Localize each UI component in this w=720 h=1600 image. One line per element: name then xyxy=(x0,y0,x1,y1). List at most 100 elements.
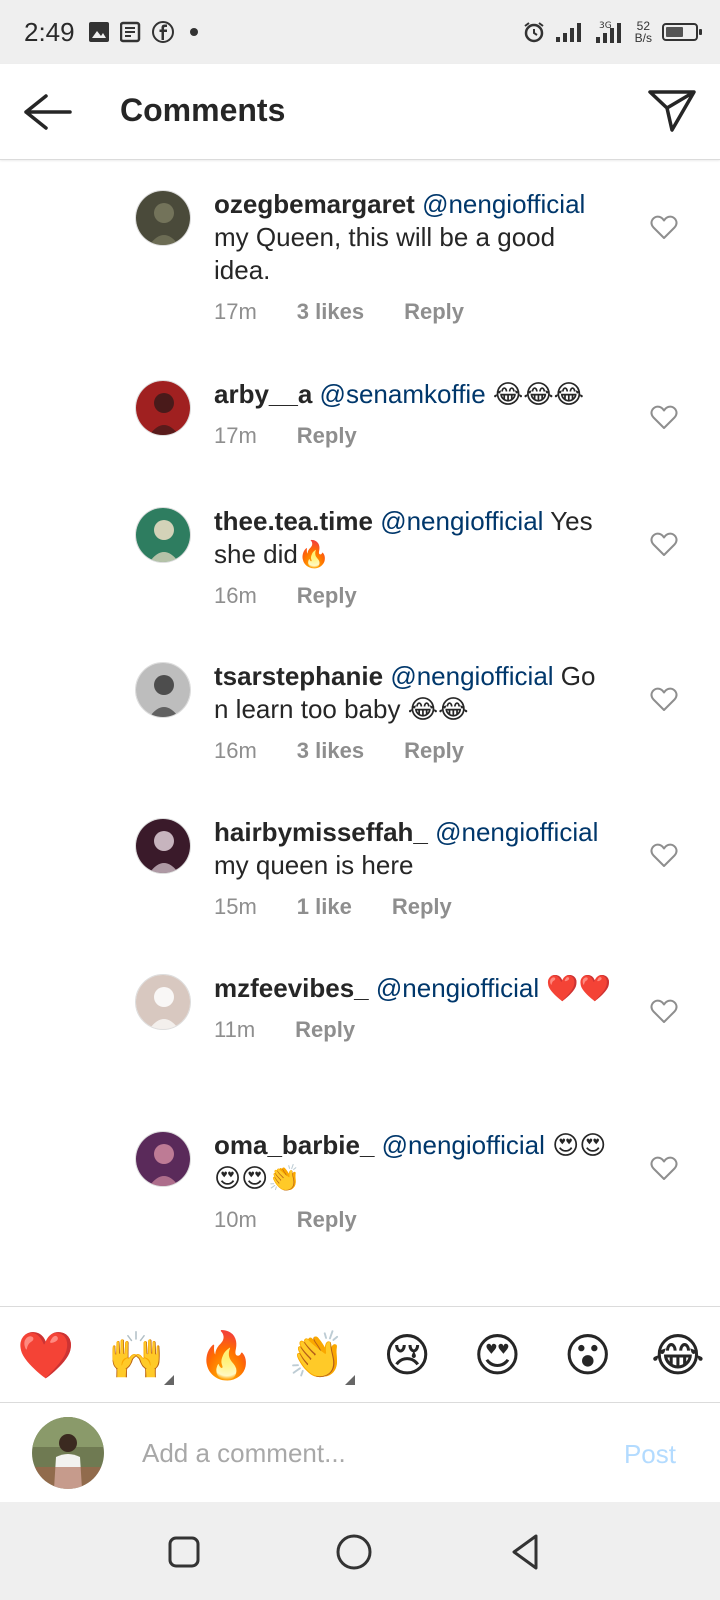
back-triangle-icon[interactable] xyxy=(506,1532,546,1572)
crying-emoji[interactable]: 😢 xyxy=(377,1327,437,1383)
comment-message: ❤️❤️ xyxy=(539,973,612,1003)
status-bar: 2:49 3G 52 B/s xyxy=(0,0,720,64)
reply-button[interactable]: Reply xyxy=(297,1207,357,1233)
raising-hands-emoji[interactable]: 🙌 xyxy=(106,1327,175,1385)
battery-level xyxy=(666,27,683,37)
like-heart-icon[interactable] xyxy=(650,686,678,712)
comment-message: 😂😂😂 xyxy=(485,379,585,409)
comment-text: tsarstephanie @nengiofficial Go n learn … xyxy=(214,660,614,726)
comment-input[interactable] xyxy=(142,1433,582,1473)
heart-eyes-emoji[interactable]: 😍 xyxy=(467,1327,527,1383)
comment-message: my queen is here xyxy=(214,850,414,880)
comment-mention[interactable]: @nengiofficial xyxy=(376,973,539,1003)
comment-meta: 17m Reply xyxy=(214,423,614,449)
comment-body: hairbymisseffah_ @nengiofficial my queen… xyxy=(214,816,614,920)
comment-avatar[interactable] xyxy=(135,818,191,874)
comment-time: 11m xyxy=(214,1017,256,1042)
comment-body: thee.tea.time @nengiofficial Yes she did… xyxy=(214,505,614,609)
system-nav-bar xyxy=(0,1502,720,1600)
comment-text: thee.tea.time @nengiofficial Yes she did… xyxy=(214,505,614,571)
skin-tone-indicator xyxy=(164,1374,175,1385)
reply-button[interactable]: Reply xyxy=(295,1017,355,1043)
like-heart-icon[interactable] xyxy=(650,842,678,868)
reply-button[interactable]: Reply xyxy=(404,299,464,325)
comment-likes[interactable]: 3 likes xyxy=(297,299,364,325)
reply-button[interactable]: Reply xyxy=(297,423,357,449)
like-heart-icon[interactable] xyxy=(650,214,678,240)
comment-body: arby__a @senamkoffie 😂😂😂 17m Reply xyxy=(214,378,614,449)
like-heart-icon[interactable] xyxy=(650,1155,678,1181)
reply-button[interactable]: Reply xyxy=(404,738,464,764)
reply-button[interactable]: Reply xyxy=(392,894,452,920)
comment-time: 16m xyxy=(214,583,257,608)
comment-body: tsarstephanie @nengiofficial Go n learn … xyxy=(214,660,614,764)
network-speed: 52 B/s xyxy=(635,20,652,44)
clapping-emoji[interactable]: 👏 xyxy=(287,1327,355,1385)
comment-avatar[interactable] xyxy=(135,190,191,246)
news-notification-icon xyxy=(120,21,141,43)
comment-avatar[interactable] xyxy=(135,662,191,718)
home-circle-icon[interactable] xyxy=(334,1532,374,1572)
back-arrow-icon[interactable] xyxy=(20,90,74,134)
tears-of-joy-emoji[interactable]: 😂 xyxy=(648,1327,708,1383)
comment-username[interactable]: tsarstephanie xyxy=(214,661,383,691)
status-time: 2:49 xyxy=(24,17,75,47)
comment-text: mzfeevibes_ @nengiofficial ❤️❤️ xyxy=(214,972,614,1005)
comments-list[interactable]: ozegbemargaret @nengiofficial my Queen, … xyxy=(0,160,720,1306)
comment-meta: 15m 1 like Reply xyxy=(214,894,614,920)
comment-text: hairbymisseffah_ @nengiofficial my queen… xyxy=(214,816,614,882)
fire-emoji[interactable]: 🔥 xyxy=(197,1327,257,1383)
comment-body: mzfeevibes_ @nengiofficial ❤️❤️ 11m Repl… xyxy=(214,972,614,1043)
comment-text: oma_barbie_ @nengiofficial 😍😍😍😍👏 xyxy=(214,1129,614,1195)
like-heart-icon[interactable] xyxy=(650,531,678,557)
comment-username[interactable]: hairbymisseffah_ xyxy=(214,817,428,847)
recents-square-icon[interactable] xyxy=(164,1532,204,1572)
comment-meta: 16m Reply xyxy=(214,583,614,609)
comment-avatar[interactable] xyxy=(135,507,191,563)
comment-meta: 10m Reply xyxy=(214,1207,614,1233)
signal-3g-icon: 3G xyxy=(595,21,621,43)
heart-emoji[interactable]: ❤️ xyxy=(16,1327,76,1383)
comment-username[interactable]: mzfeevibes_ xyxy=(214,973,369,1003)
skin-tone-indicator xyxy=(344,1374,355,1385)
comment-avatar[interactable] xyxy=(135,380,191,436)
comment-likes[interactable]: 3 likes xyxy=(297,738,364,764)
surprised-emoji[interactable]: 😮 xyxy=(558,1327,618,1383)
alarm-icon xyxy=(524,22,544,43)
more-notifications-dot xyxy=(190,28,198,36)
comment-mention[interactable]: @nengiofficial xyxy=(422,189,585,219)
like-heart-icon[interactable] xyxy=(650,404,678,430)
emoji-quick-bar: ❤️ 🙌 🔥 👏 😢 😍 😮 😂 xyxy=(0,1306,720,1402)
gallery-notification-icon xyxy=(89,22,109,42)
app-header: Comments xyxy=(0,64,720,160)
reply-button[interactable]: Reply xyxy=(297,583,357,609)
comment-time: 17m xyxy=(214,423,257,448)
comment-mention[interactable]: @nengiofficial xyxy=(390,661,553,691)
direct-message-icon[interactable] xyxy=(646,86,698,134)
comment-mention[interactable]: @nengiofficial xyxy=(435,817,598,847)
comment-mention[interactable]: @nengiofficial xyxy=(380,506,543,536)
post-button[interactable]: Post xyxy=(624,1439,676,1470)
comment-message: my Queen, this will be a good idea. xyxy=(214,222,556,285)
comment-avatar[interactable] xyxy=(135,974,191,1030)
signal-icon xyxy=(555,23,581,42)
comment-likes[interactable]: 1 like xyxy=(297,894,352,920)
comment-time: 10m xyxy=(214,1207,257,1232)
comment-username[interactable]: arby__a xyxy=(214,379,312,409)
comment-avatar[interactable] xyxy=(135,1131,191,1187)
facebook-notification-icon xyxy=(152,21,174,43)
comment-body: oma_barbie_ @nengiofficial 😍😍😍😍👏 10m Rep… xyxy=(214,1129,614,1233)
comment-time: 15m xyxy=(214,894,257,919)
comment-mention[interactable]: @senamkoffie xyxy=(320,379,486,409)
comment-mention[interactable]: @nengiofficial xyxy=(382,1130,545,1160)
comment-meta: 17m 3 likes Reply xyxy=(214,299,614,325)
comment-text: ozegbemargaret @nengiofficial my Queen, … xyxy=(214,188,614,287)
comment-meta: 16m 3 likes Reply xyxy=(214,738,614,764)
comment-username[interactable]: oma_barbie_ xyxy=(214,1130,374,1160)
comment-username[interactable]: thee.tea.time xyxy=(214,506,373,536)
comment-username[interactable]: ozegbemargaret xyxy=(214,189,415,219)
page-title: Comments xyxy=(120,92,286,128)
comment-time: 17m xyxy=(214,299,257,324)
like-heart-icon[interactable] xyxy=(650,998,678,1024)
network-speed-unit: B/s xyxy=(634,31,652,45)
